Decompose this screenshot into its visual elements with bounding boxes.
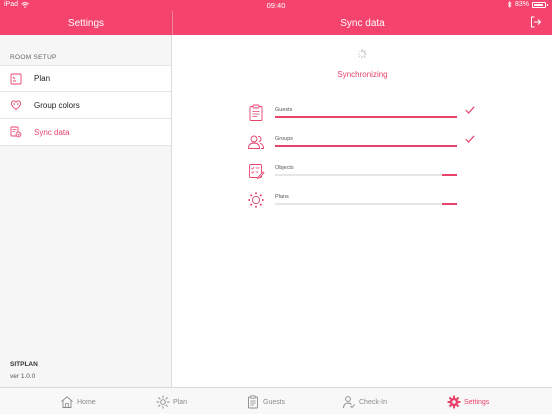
sync-panel: Synchronizing Guests Groups Objects Plan… bbox=[173, 35, 552, 387]
status-right: 83% bbox=[507, 1, 548, 8]
users-icon bbox=[248, 135, 264, 149]
progress-fill bbox=[275, 116, 457, 118]
sync-data-icon bbox=[10, 126, 22, 138]
check-icon bbox=[465, 106, 475, 114]
app-name: SITPLAN bbox=[10, 361, 38, 368]
sync-item-label: Plans bbox=[275, 194, 289, 200]
person-check-icon bbox=[343, 396, 356, 409]
logout-icon[interactable] bbox=[530, 16, 542, 28]
tab-label: Check-In bbox=[359, 398, 388, 406]
gear-icon bbox=[248, 192, 264, 208]
sync-item-objects: Objects bbox=[247, 160, 479, 189]
sync-list: Guests Groups Objects Plans bbox=[247, 102, 479, 218]
gear-icon bbox=[447, 395, 461, 409]
sync-item-groups: Groups bbox=[247, 131, 479, 160]
tab-label: Guests bbox=[263, 398, 286, 406]
spinner-icon bbox=[357, 49, 367, 59]
tab-check-in[interactable]: Check-In bbox=[342, 394, 387, 410]
sidebar: ROOM SETUP Plan Group colors Sync data S… bbox=[0, 35, 172, 387]
tab-plan[interactable]: Plan bbox=[156, 394, 187, 410]
sync-item-plans: Plans bbox=[247, 189, 479, 218]
status-time: 09:40 bbox=[266, 1, 286, 10]
sidebar-item-group-colors[interactable]: Group colors bbox=[0, 92, 171, 119]
plan-spark-icon bbox=[156, 395, 170, 409]
sidebar-item-plan[interactable]: Plan bbox=[0, 65, 171, 92]
sync-status: Synchronizing bbox=[337, 70, 388, 79]
sync-item-guests: Guests bbox=[247, 102, 479, 131]
progress-fill bbox=[442, 203, 457, 205]
sync-item-label: Guests bbox=[275, 107, 293, 113]
clipboard-icon bbox=[248, 395, 258, 409]
plan-icon bbox=[10, 73, 22, 85]
tab-label: Plan bbox=[173, 398, 188, 406]
page-title: Sync data bbox=[340, 18, 385, 29]
tab-label: Home bbox=[77, 398, 96, 406]
sidebar-item-sync-data[interactable]: Sync data bbox=[0, 119, 171, 146]
sidebar-title: Settings bbox=[67, 18, 105, 29]
tab-guests[interactable]: Guests bbox=[246, 394, 285, 410]
progress-fill bbox=[442, 174, 457, 176]
tab-settings[interactable]: Settings bbox=[447, 394, 489, 410]
check-icon bbox=[465, 135, 475, 143]
progress-fill bbox=[275, 145, 457, 147]
palette-icon bbox=[10, 100, 22, 111]
progress-track bbox=[275, 145, 457, 147]
sidebar-item-label: Group colors bbox=[34, 100, 80, 110]
sidebar-item-label: Sync data bbox=[34, 127, 70, 137]
tab-bar: Home Plan Guests Check-In Settings bbox=[0, 387, 552, 414]
section-label: ROOM SETUP bbox=[10, 54, 57, 61]
sync-item-label: Objects bbox=[275, 165, 294, 171]
sidebar-item-label: Plan bbox=[34, 74, 51, 83]
progress-track bbox=[275, 116, 457, 118]
progress-track bbox=[275, 203, 457, 205]
clipboard-icon bbox=[249, 104, 263, 121]
home-icon bbox=[61, 396, 73, 408]
bluetooth-icon bbox=[507, 1, 512, 8]
tab-home[interactable]: Home bbox=[60, 394, 96, 410]
settings-menu: Plan Group colors Sync data bbox=[0, 65, 171, 146]
battery-icon bbox=[532, 1, 548, 8]
battery-percent: 83% bbox=[514, 1, 529, 8]
status-bar: iPad 09:40 83% bbox=[0, 0, 552, 11]
tab-label: Settings bbox=[464, 398, 490, 406]
progress-track bbox=[275, 174, 457, 176]
app-version: ver 1.0.0 bbox=[10, 373, 36, 380]
checklist-icon bbox=[249, 164, 265, 179]
sync-item-label: Groups bbox=[275, 136, 294, 142]
